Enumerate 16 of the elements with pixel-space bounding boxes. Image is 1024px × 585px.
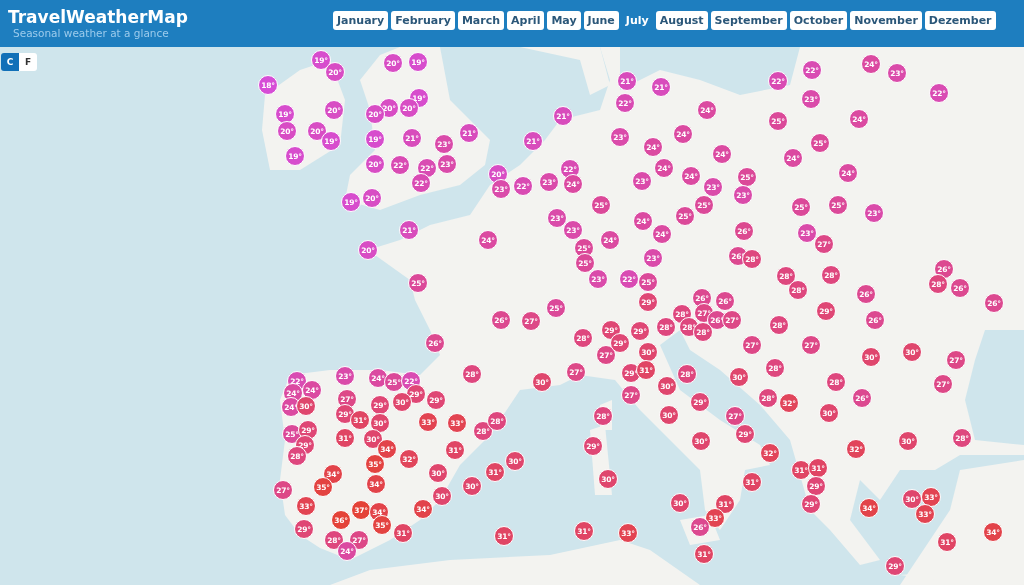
month-tab[interactable]: April [507, 11, 545, 30]
app-subtitle: Seasonal weather at a glance [12, 27, 170, 40]
app-title[interactable]: TravelWeatherMap [8, 7, 333, 27]
unit-toggle[interactable]: C [1, 53, 19, 71]
unit-toggle[interactable]: F [19, 53, 37, 71]
month-tab[interactable]: January [333, 11, 389, 30]
month-tab[interactable]: August [655, 11, 708, 30]
month-tab[interactable]: February [391, 11, 455, 30]
month-tab[interactable]: May [547, 11, 581, 30]
month-tab[interactable]: October [789, 11, 848, 30]
month-tab[interactable]: July [621, 11, 653, 30]
month-tab[interactable]: March [457, 11, 505, 30]
month-tab[interactable]: September [710, 11, 787, 30]
month-tab[interactable]: November [850, 11, 922, 30]
month-tab[interactable]: June [583, 11, 619, 30]
month-tab[interactable]: Dezember [924, 11, 996, 30]
